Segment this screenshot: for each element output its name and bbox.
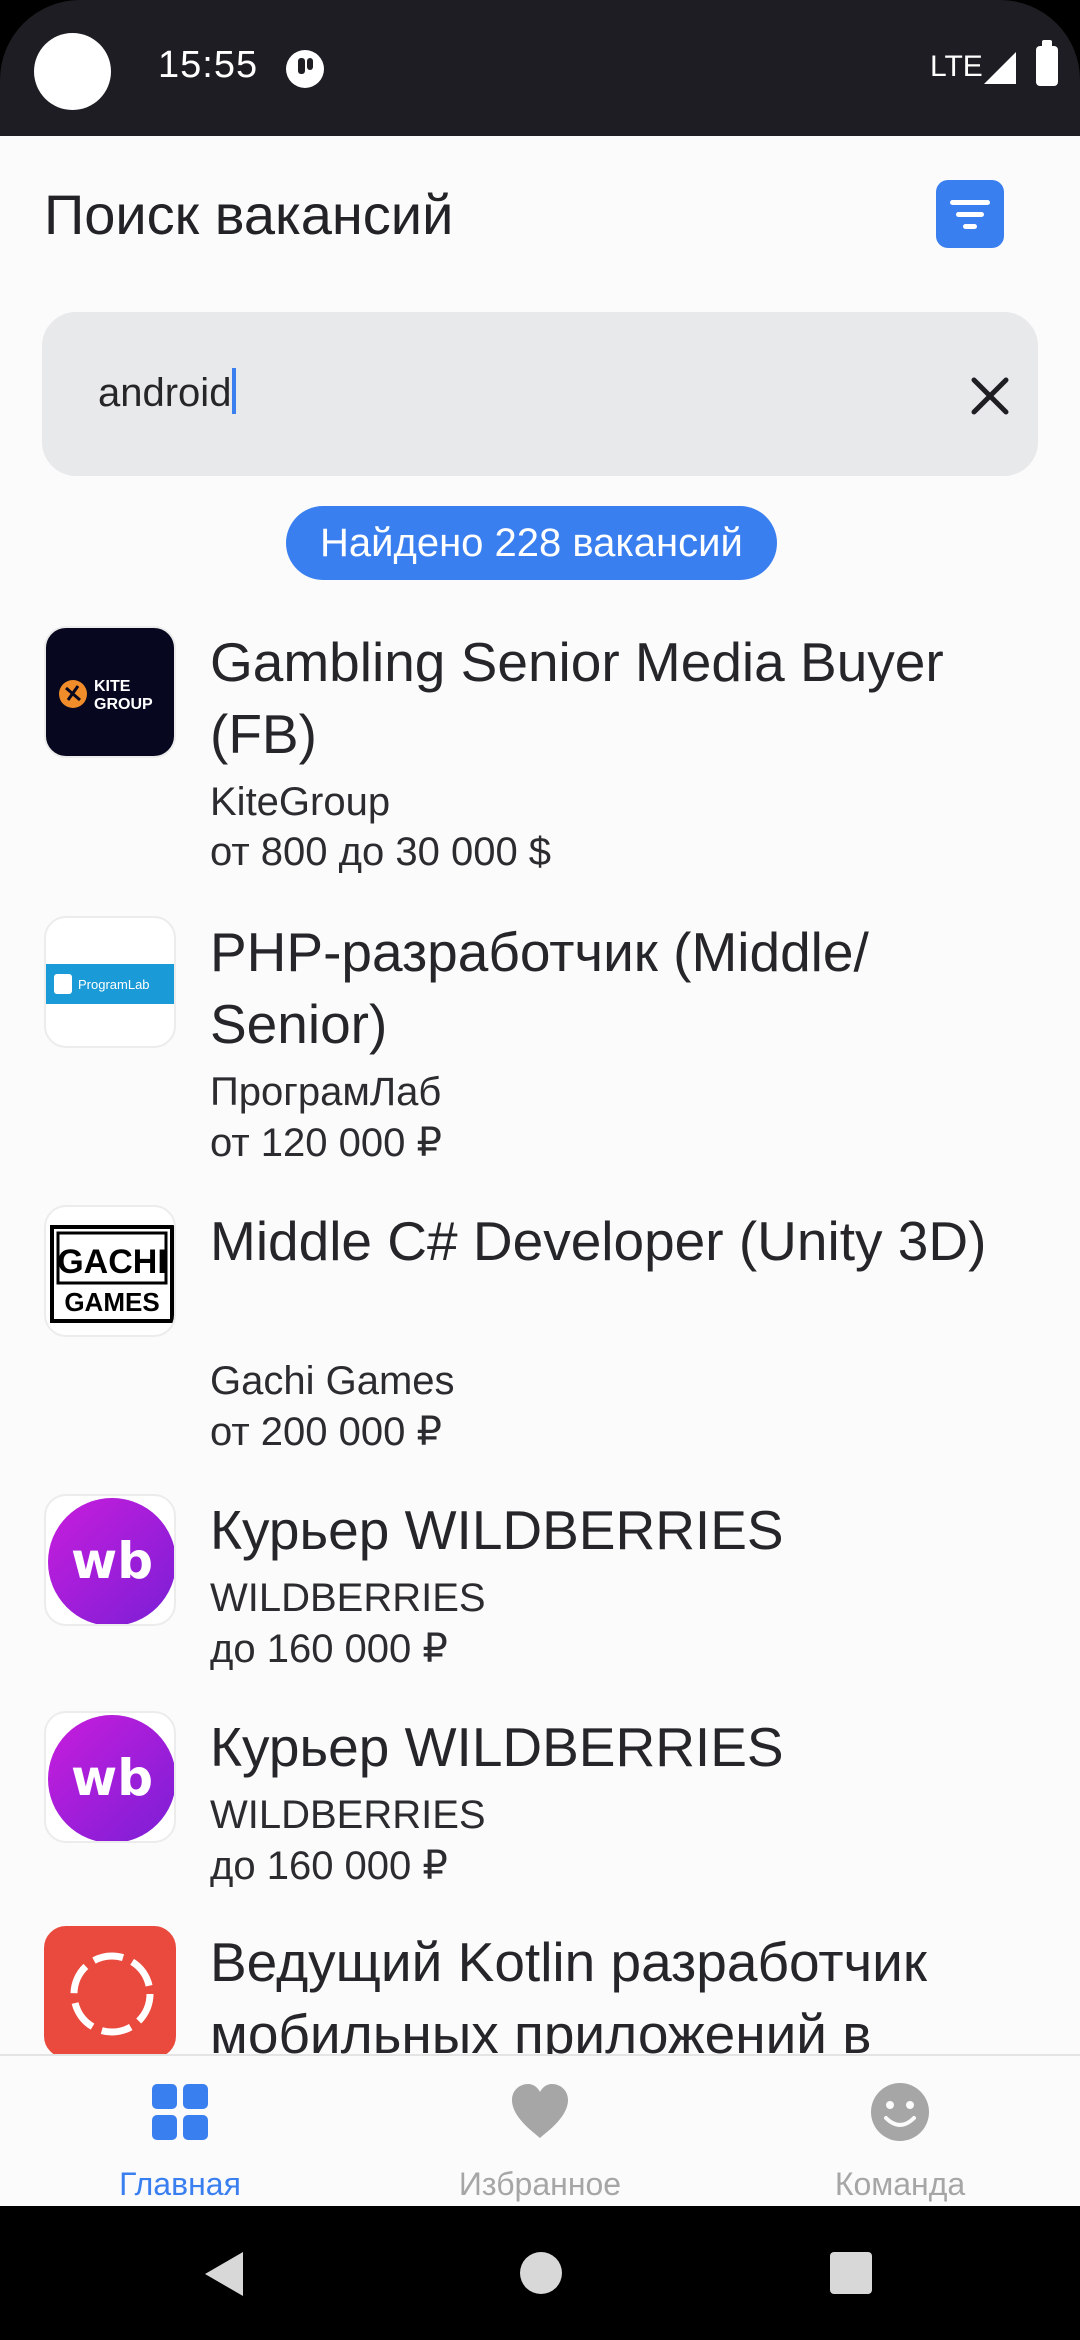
grid-icon [152,2084,208,2140]
kitegroup-logo: KITE GROUP [59,678,153,713]
logo-text: wb [71,1532,153,1590]
nav-item-home[interactable]: Главная [0,2056,360,2206]
filter-button[interactable] [936,180,1004,248]
vacancy-title: Курьер WILDBERRIES [210,1499,784,1561]
filter-icon-line-2 [956,212,984,217]
system-navigation-bar [0,2206,1080,2340]
notification-icon [286,50,324,88]
smiley-icon [871,2083,929,2141]
home-icon[interactable] [520,2252,562,2294]
search-value: android [98,371,232,415]
nav-item-team[interactable]: Команда [720,2056,1080,2206]
logo-text-2: GROUP [94,696,153,713]
filter-icon-line-3 [963,224,977,229]
found-count-badge: Найдено 228 вакансий [286,506,777,580]
vacancy-item[interactable]: KITE GROUP Gambling Senior Media Buyer (… [0,626,1080,886]
vacancy-salary: до 160 000 ₽ [210,1844,448,1888]
programlab-logo: ProgramLab [46,964,174,1004]
app-screen: Поиск вакансий android Найдено 228 вакан… [0,136,1080,2206]
filter-icon [950,200,990,205]
vacancy-title: PHP-разработчик (Middle/ Senior) [210,921,869,1055]
vacancy-item[interactable]: wb Курьер WILDBERRIES WILDBERRIES до 160… [0,1494,1080,1684]
vacancy-title: Ведущий Kotlin разработчик мобильных при… [210,1931,927,2065]
network-type: LTE [930,50,983,83]
heart-icon [512,2084,568,2138]
gachi-games-logo: GACHI GAMES [50,1225,174,1323]
recent-apps-icon[interactable] [830,2252,872,2294]
status-time: 15:55 [158,44,259,86]
vacancy-company: WILDBERRIES [210,1576,486,1620]
company-logo: wb [44,1711,176,1843]
logo-text: wb [71,1749,153,1807]
vacancy-company: ПрограмЛаб [210,1070,442,1114]
vacancy-item[interactable]: GACHI GAMES Middle C# Developer (Unity 3… [0,1205,1080,1465]
vacancy-title: Курьер WILDBERRIES [210,1716,784,1778]
nav-label-favorites: Избранное [458,2166,622,2202]
vacancy-salary: от 120 000 ₽ [210,1121,442,1165]
logo-text: ProgramLab [78,977,150,992]
wildberries-logo: wb [48,1715,174,1841]
company-logo: wb [44,1494,176,1626]
vacancy-item[interactable]: wb Курьер WILDBERRIES WILDBERRIES до 160… [0,1711,1080,1901]
vacancy-salary: от 800 до 30 000 $ [210,830,552,874]
nav-label-home: Главная [119,2166,241,2202]
vacancy-company: Gachi Games [210,1359,455,1403]
close-icon[interactable] [968,374,1012,418]
company-logo: GACHI GAMES [44,1205,176,1337]
vacancy-company: WILDBERRIES [210,1793,486,1837]
bottom-navigation: Главная Избранное Команда [0,2054,1080,2206]
vacancy-salary: до 160 000 ₽ [210,1627,448,1671]
logo-text-2: GAMES [64,1287,159,1317]
signal-icon [984,52,1016,84]
company-logo: KITE GROUP [44,626,176,758]
camera-cutout [34,33,111,110]
wildberries-logo: wb [48,1498,174,1624]
company-logo: ProgramLab [44,916,176,1048]
company-logo-ring [46,1928,174,2056]
text-caret [232,368,237,414]
logo-text: KITE [94,678,131,695]
page-title: Поиск вакансий [44,183,454,246]
vacancy-title: Gambling Senior Media Buyer (FB) [210,631,944,765]
vacancy-salary: от 200 000 ₽ [210,1410,442,1454]
vacancy-item[interactable]: ProgramLab PHP-разработчик (Middle/ Seni… [0,916,1080,1176]
vacancy-company: KiteGroup [210,780,391,824]
battery-icon [1036,40,1058,86]
company-logo [44,1926,176,2058]
back-icon[interactable] [205,2252,243,2296]
vacancy-title: Middle C# Developer (Unity 3D) [210,1210,987,1272]
nav-label-team: Команда [834,2166,966,2202]
status-bar: 15:55 LTE [0,0,1080,136]
search-field[interactable]: android [42,312,1038,476]
nav-item-favorites[interactable]: Избранное [360,2056,720,2206]
logo-text: GACHI [57,1243,167,1281]
search-input[interactable]: android [98,368,237,416]
